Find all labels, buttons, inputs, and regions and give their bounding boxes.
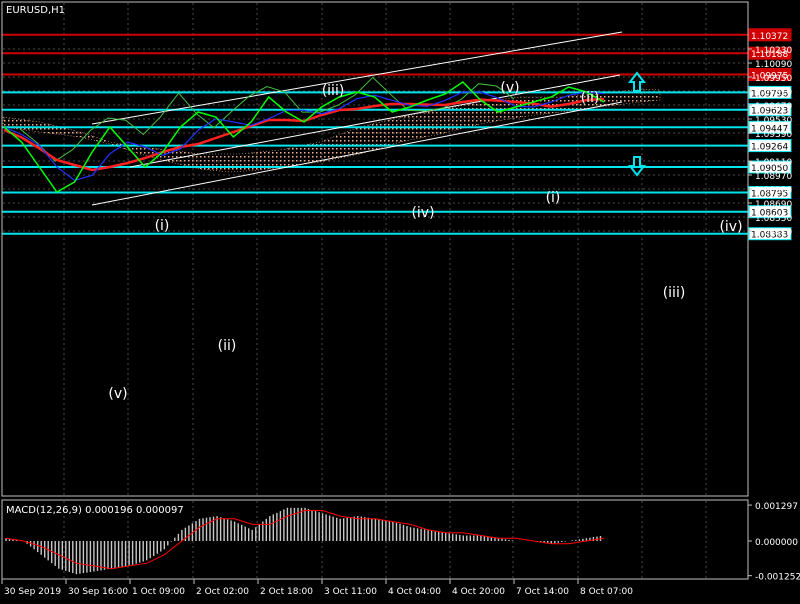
- wave-label: (iv): [411, 205, 434, 221]
- price-tick-label: 1.09670: [755, 102, 792, 112]
- time-tick-label: 4 Oct 04:00: [388, 587, 441, 597]
- level-label: 1.09264: [751, 143, 788, 153]
- macd-tick-label: 0.001297: [755, 502, 798, 512]
- time-tick-label: 2 Oct 18:00: [260, 587, 313, 597]
- time-tick-label: 7 Oct 14:00: [516, 587, 569, 597]
- price-tick-label: 1.09530: [755, 116, 792, 126]
- time-tick-label: 30 Sep 16:00: [68, 587, 128, 597]
- trading-chart: 1.10372 1.10188 1.09975 1.09796 1.09623 1.094…: [0, 0, 800, 600]
- symbol-label: EURUSD,H1: [6, 5, 65, 16]
- time-tick-label: 4 Oct 20:00: [452, 587, 505, 597]
- macd-tick-label: -0.001252: [755, 573, 800, 583]
- price-tick-label: 1.08690: [755, 200, 792, 210]
- wave-label: (v): [108, 386, 127, 402]
- macd-tick-label: 0.000000: [755, 538, 798, 548]
- time-tick-label: 1 Oct 09:00: [132, 587, 185, 597]
- price-tick-label: 1.09810: [755, 88, 792, 98]
- time-tick-label: 2 Oct 02:00: [196, 587, 249, 597]
- price-tick-label: 1.08970: [755, 172, 792, 182]
- time-tick-label: 3 Oct 11:00: [324, 587, 377, 597]
- price-tick-label: 1.10230: [755, 46, 792, 56]
- price-tick-label: 1.09390: [755, 130, 792, 140]
- price-tick-label: 1.08830: [755, 186, 792, 196]
- wave-label: (iii): [663, 285, 686, 301]
- price-tick-label: 1.09950: [755, 74, 792, 84]
- wave-label: (i): [155, 218, 170, 234]
- level-label: 1.10372: [751, 32, 788, 42]
- time-tick-label: 30 Sep 2019: [4, 587, 61, 597]
- price-tick-label: 1.08550: [755, 214, 792, 224]
- wave-label: (i): [546, 190, 561, 206]
- price-tick-label: 1.08410: [755, 228, 792, 238]
- wave-label: (v): [500, 80, 519, 96]
- macd-label: MACD(12,26,9) 0.000196 0.000097: [6, 505, 184, 516]
- wave-label: (ii): [581, 90, 600, 106]
- wave-label: (ii): [218, 338, 237, 354]
- chart-canvas: 1.103721.101881.099751.097961.096231.094…: [0, 0, 800, 600]
- time-tick-label: 8 Oct 07:00: [580, 587, 633, 597]
- price-tick-label: 1.10090: [755, 60, 792, 70]
- price-tick-label: 1.09110: [755, 158, 792, 168]
- wave-label: (iii): [322, 83, 345, 99]
- wave-label: (iv): [719, 219, 742, 235]
